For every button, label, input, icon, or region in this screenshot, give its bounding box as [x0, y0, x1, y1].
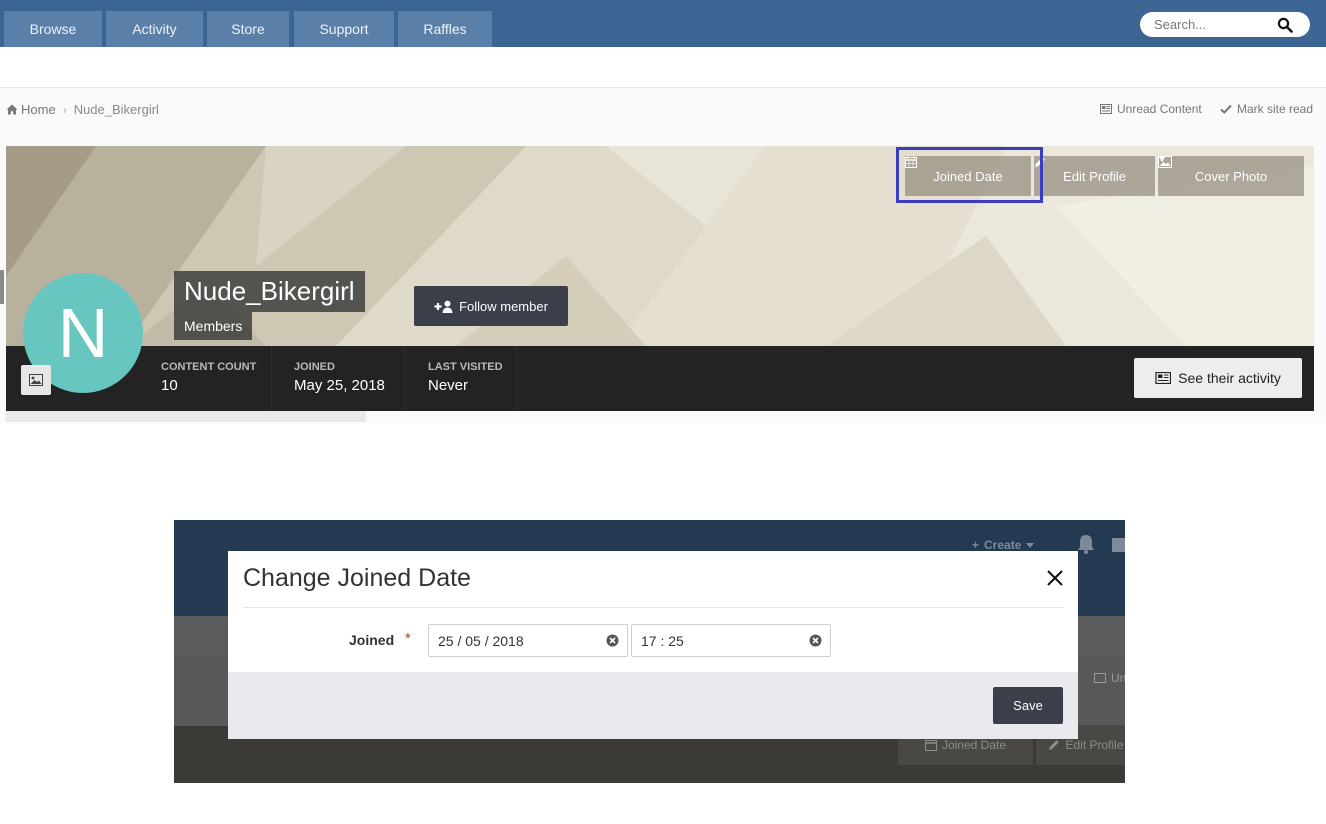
- unread-ghost: Un: [1094, 671, 1125, 685]
- annotation-highlight-box: [896, 147, 1043, 203]
- stat-last-visited: Last Visited Never: [428, 361, 503, 394]
- date-field: [428, 624, 628, 657]
- close-icon[interactable]: [1045, 568, 1065, 588]
- image-icon: [29, 374, 43, 386]
- time-field: [631, 624, 831, 657]
- nav-tab-label: Support: [319, 21, 369, 37]
- stat-value: 10: [161, 377, 178, 394]
- edit-profile-ghost-label: Edit Profile: [1065, 738, 1124, 752]
- change-joined-date-dialog: Change Joined Date Joined * Save: [228, 551, 1078, 739]
- dialog-header-divider: [243, 607, 1063, 608]
- search-input[interactable]: [1154, 16, 1279, 33]
- bell-icon: [1078, 535, 1094, 554]
- plus-icon: +: [972, 538, 980, 552]
- see-their-activity-label: See their activity: [1178, 370, 1281, 386]
- profile-sidebar-strip: [6, 411, 366, 422]
- member-group-badge: Members: [174, 312, 253, 340]
- edit-profile-label: Edit Profile: [1063, 168, 1126, 184]
- chevron-right-icon: ›: [62, 102, 67, 117]
- breadcrumb-home[interactable]: Home: [6, 102, 56, 117]
- see-their-activity-button[interactable]: See their activity: [1134, 358, 1302, 398]
- nav-tab-store[interactable]: Store: [207, 11, 289, 47]
- time-input[interactable]: [641, 632, 791, 650]
- cover-photo-label: Cover Photo: [1194, 168, 1268, 184]
- profile-stats-bar: Content Count 10 Joined May 25, 2018 Las…: [6, 346, 1314, 411]
- clear-icon[interactable]: [808, 633, 823, 648]
- nav-tab-raffles[interactable]: Raffles: [398, 11, 492, 47]
- newspaper-icon: [1094, 673, 1106, 683]
- nav-tab-activity[interactable]: Activity: [106, 11, 203, 47]
- search-icon[interactable]: [1277, 17, 1293, 33]
- mark-site-read-label: Mark site read: [1237, 102, 1314, 116]
- caret-down-icon: [1158, 156, 1166, 161]
- avatar-letter: N: [57, 294, 109, 372]
- caret-down-icon: [1026, 542, 1035, 548]
- profile-name-text: Nude_Bikergirl: [184, 276, 355, 306]
- edit-profile-button[interactable]: Edit Profile: [1034, 156, 1155, 196]
- nav-tab-browse[interactable]: Browse: [4, 11, 102, 47]
- newspaper-icon: [1155, 372, 1172, 384]
- follow-member-button[interactable]: Follow member: [414, 286, 568, 326]
- breadcrumb-current[interactable]: Nude_Bikergirl: [74, 102, 159, 117]
- side-drawer-handle[interactable]: [0, 270, 4, 304]
- calendar-icon: [924, 740, 937, 751]
- nav-tab-label: Store: [231, 21, 265, 37]
- envelope-icon: [1112, 538, 1125, 552]
- nav-tab-label: Raffles: [423, 21, 467, 37]
- nav-tab-support[interactable]: Support: [294, 11, 394, 47]
- dialog-title: Change Joined Date: [243, 564, 471, 592]
- dialog-footer: Save: [228, 672, 1078, 739]
- unread-ghost-label: Un: [1111, 671, 1125, 685]
- cover-photo-button[interactable]: Cover Photo: [1158, 156, 1304, 196]
- member-group-text: Members: [184, 318, 243, 334]
- required-indicator: *: [405, 630, 411, 647]
- joined-date-ghost-label: Joined Date: [941, 738, 1007, 752]
- save-button[interactable]: Save: [993, 687, 1063, 724]
- stat-label: Content Count: [161, 361, 257, 373]
- unread-content-label: Unread Content: [1117, 102, 1202, 116]
- change-photo-button[interactable]: [21, 365, 51, 395]
- search-box: [1140, 12, 1310, 37]
- joined-field-label: Joined: [349, 632, 395, 648]
- date-input[interactable]: [438, 632, 588, 650]
- stat-label: Joined: [294, 361, 335, 373]
- create-menu-ghost: + Create: [972, 538, 1035, 552]
- stat-label: Last Visited: [428, 361, 503, 373]
- clear-icon[interactable]: [605, 633, 620, 648]
- stat-joined: Joined May 25, 2018: [294, 361, 385, 394]
- nav-tab-label: Browse: [29, 21, 77, 37]
- stat-divider: [516, 346, 517, 411]
- stat-divider: [404, 346, 405, 411]
- stat-divider: [271, 346, 272, 411]
- stat-value: Never: [428, 377, 469, 394]
- follow-member-label: Follow member: [459, 298, 548, 314]
- newspaper-icon: [1100, 104, 1112, 114]
- mark-site-read-link[interactable]: Mark site read: [1220, 102, 1313, 116]
- profile-name: Nude_Bikergirl: [174, 271, 365, 312]
- stat-content-count: Content Count 10: [161, 361, 256, 394]
- create-label: Create: [984, 538, 1022, 552]
- home-icon: [6, 104, 18, 115]
- checkmark-icon: [1220, 104, 1232, 114]
- breadcrumb-home-label: Home: [21, 102, 56, 117]
- unread-content-link[interactable]: Unread Content: [1100, 102, 1202, 116]
- nav-tab-label: Activity: [132, 21, 177, 37]
- breadcrumb: Home › Nude_Bikergirl: [6, 102, 159, 117]
- pencil-icon: [1049, 740, 1060, 750]
- stat-value: May 25, 2018: [294, 377, 385, 394]
- add-user-icon: [434, 300, 453, 313]
- top-navigation-bar: Browse Activity Store Support Raffles: [0, 0, 1326, 47]
